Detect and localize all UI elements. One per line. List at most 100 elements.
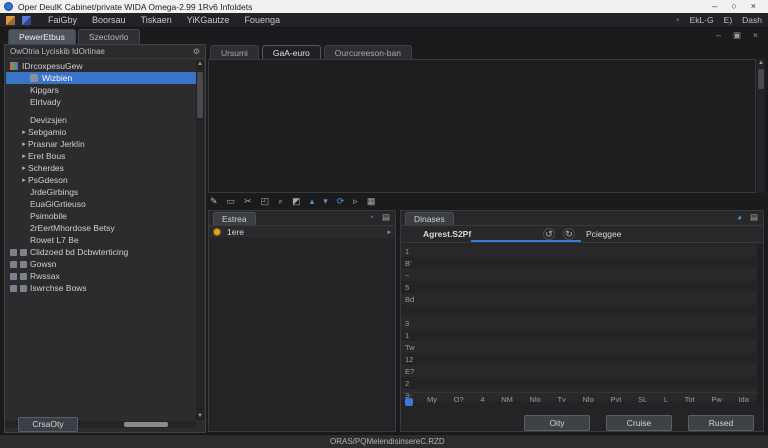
editor-vertical-scrollbar[interactable]: ▲ (757, 59, 765, 193)
tree-item[interactable]: ▸ Sebgamio (6, 126, 196, 138)
tree-item[interactable]: EuaGiGrtieuso (6, 198, 196, 210)
scrollbar-thumb[interactable] (758, 69, 764, 89)
scrollbar-thumb[interactable] (197, 72, 203, 118)
table-row[interactable]: Bd (401, 293, 757, 305)
table-row[interactable]: 5 (401, 281, 757, 293)
edit-icon[interactable]: ✎ (210, 195, 218, 208)
expand-arrow-icon[interactable]: ▸ (20, 152, 28, 160)
sort-asc-icon[interactable]: ▴ (310, 195, 315, 208)
minimize-button[interactable]: – (712, 0, 717, 13)
tree-item[interactable]: ▸ Scherdes (6, 162, 196, 174)
tree-item[interactable]: Iswrchse Bows (6, 282, 196, 294)
tree-item[interactable]: ▸ Prasnar Jerklin (6, 138, 196, 150)
table-row[interactable]: ~ (401, 269, 757, 281)
tree-node-icon (30, 74, 38, 82)
menu-item[interactable]: Fouenga (244, 15, 280, 25)
elements-list: 1ere ▸ (209, 226, 395, 239)
browser-settings-icon[interactable]: ⚙ (193, 47, 200, 56)
editor-area[interactable] (208, 59, 756, 193)
scrollbar-thumb[interactable] (124, 422, 168, 427)
tree-item[interactable]: 2rEertMhordose Betsy (6, 222, 196, 234)
compare-panel: Dinases ◕ ▤ Agrest.S2Pf ↺ ↻ Pcieggee 1 B’ ~5… (400, 210, 764, 432)
play-icon[interactable]: ▹ (353, 195, 358, 208)
app-toolbar-icon-2[interactable] (22, 15, 31, 25)
list-icon[interactable]: ▤ (382, 212, 390, 223)
tree-item[interactable]: Gowsn (6, 258, 196, 270)
compare-right-column-header[interactable]: Pcieggee (586, 229, 621, 239)
table-row[interactable]: 1 (401, 329, 757, 341)
cancel-button[interactable]: Cruise (606, 415, 672, 431)
copy-icon[interactable]: ▭ (227, 195, 236, 208)
refresh-icon[interactable]: ⟳ (337, 195, 345, 208)
table-row[interactable]: 3 (401, 317, 757, 329)
tree-item-label: Clidzoed bd Dcbwterticing (30, 247, 129, 257)
mdi-restore-button[interactable]: ▣ (733, 30, 741, 41)
grid-icon[interactable]: ▤ (750, 212, 758, 223)
left-tab-peweretbus[interactable]: PewerEtbus (8, 29, 76, 44)
left-tab-szectovrlo[interactable]: Szectovrlo (77, 29, 140, 44)
tree-item[interactable]: ▸ Eret Bous (6, 150, 196, 162)
main-tab-ourcureeson-ban[interactable]: Ourcureeson-ban (323, 45, 412, 59)
tree-item[interactable]: Kipgars (6, 84, 196, 96)
menubar-right-item[interactable]: Dash (742, 15, 762, 25)
tree-item[interactable]: Elrtvady (6, 96, 196, 108)
globe-icon[interactable]: ◕ (737, 212, 742, 223)
menu-item[interactable]: FaiGby (48, 15, 77, 25)
tree-item[interactable]: Rowet L7 Be (6, 234, 196, 246)
sort-desc-icon[interactable]: ▾ (323, 195, 328, 208)
globe-icon[interactable]: ◔ (369, 212, 374, 223)
create-button[interactable]: CrsaOty (18, 417, 78, 432)
table-row[interactable]: 12 (401, 353, 757, 365)
mdi-close-button[interactable]: × (753, 30, 758, 41)
chevron-right-icon[interactable]: ▸ (387, 228, 391, 236)
connection-icon[interactable]: ◔ (674, 15, 679, 25)
table-row[interactable]: Tw (401, 341, 757, 353)
menubar-right-item[interactable]: E) (724, 15, 733, 25)
menubar-right-item[interactable]: EkL·G (690, 15, 714, 25)
list-item[interactable]: 1ere ▸ (209, 226, 395, 239)
tree-item[interactable]: Wizbien (6, 72, 196, 84)
tree-item[interactable]: ▸ PsGdeson (6, 174, 196, 186)
search-icon[interactable]: ⌕ (278, 195, 283, 208)
app-toolbar-icon-1[interactable] (6, 15, 15, 25)
menu-items: FaiGby Boorsau Tiskaen YiKGautze Fouenga (48, 15, 280, 25)
table-row[interactable]: E? (401, 365, 757, 377)
tree-item[interactable]: Psimobile (6, 210, 196, 222)
compare-left-column-header[interactable]: Agrest.S2Pf (423, 229, 471, 239)
elements-tab[interactable]: Estrea (213, 212, 256, 225)
tree-item[interactable]: JrdeGirbings (6, 186, 196, 198)
table-row[interactable]: 1 (401, 245, 757, 257)
rotate-right-icon[interactable]: ↻ (563, 228, 575, 240)
paste-icon[interactable]: ◰ (261, 195, 270, 208)
reset-button[interactable]: Rused (688, 415, 754, 431)
expand-arrow-icon[interactable]: ▸ (20, 176, 28, 184)
tree-vertical-scrollbar[interactable]: ▲ ▼ (196, 60, 204, 420)
table-row[interactable]: B’ (401, 257, 757, 269)
object-icon (10, 272, 17, 280)
compare-vertical-scrollbar[interactable] (757, 245, 763, 405)
expand-arrow-icon[interactable]: ▸ (20, 128, 28, 136)
tree-item[interactable]: Rwssax (6, 270, 196, 282)
main-tab-gaa-euro[interactable]: GaA-euro (261, 45, 321, 59)
table-row[interactable]: 2 (401, 377, 757, 389)
editor-toolbar: ✎ ▭ ✂ ◰ ⌕ ◩ ▴ ▾ ⟳ ▹ ▦ (210, 195, 375, 208)
compare-tab[interactable]: Dinases (405, 212, 454, 225)
main-tab-ursumi[interactable]: Ursumi (210, 45, 259, 59)
tree-item[interactable]: IDrcoxpesuGew (6, 60, 196, 72)
table-icon[interactable]: ▦ (367, 195, 376, 208)
menu-item[interactable]: Boorsau (92, 15, 126, 25)
menu-item[interactable]: YiKGautze (187, 15, 230, 25)
menu-item[interactable]: Tiskaen (141, 15, 172, 25)
table-row[interactable] (401, 305, 757, 317)
expand-arrow-icon[interactable]: ▸ (20, 164, 28, 172)
layout-icon[interactable]: ◩ (292, 195, 301, 208)
cut-icon[interactable]: ✂ (244, 195, 252, 208)
rotate-left-icon[interactable]: ↺ (543, 228, 555, 240)
tree-item[interactable]: Devizsjen (6, 114, 196, 126)
expand-arrow-icon[interactable]: ▸ (20, 140, 28, 148)
close-button[interactable]: × (751, 0, 756, 13)
mdi-minimize-button[interactable]: – (716, 30, 721, 41)
tree-item[interactable]: Clidzoed bd Dcbwterticing (6, 246, 196, 258)
maximize-button[interactable]: ○ (731, 0, 736, 13)
ok-button[interactable]: Oity (524, 415, 590, 431)
